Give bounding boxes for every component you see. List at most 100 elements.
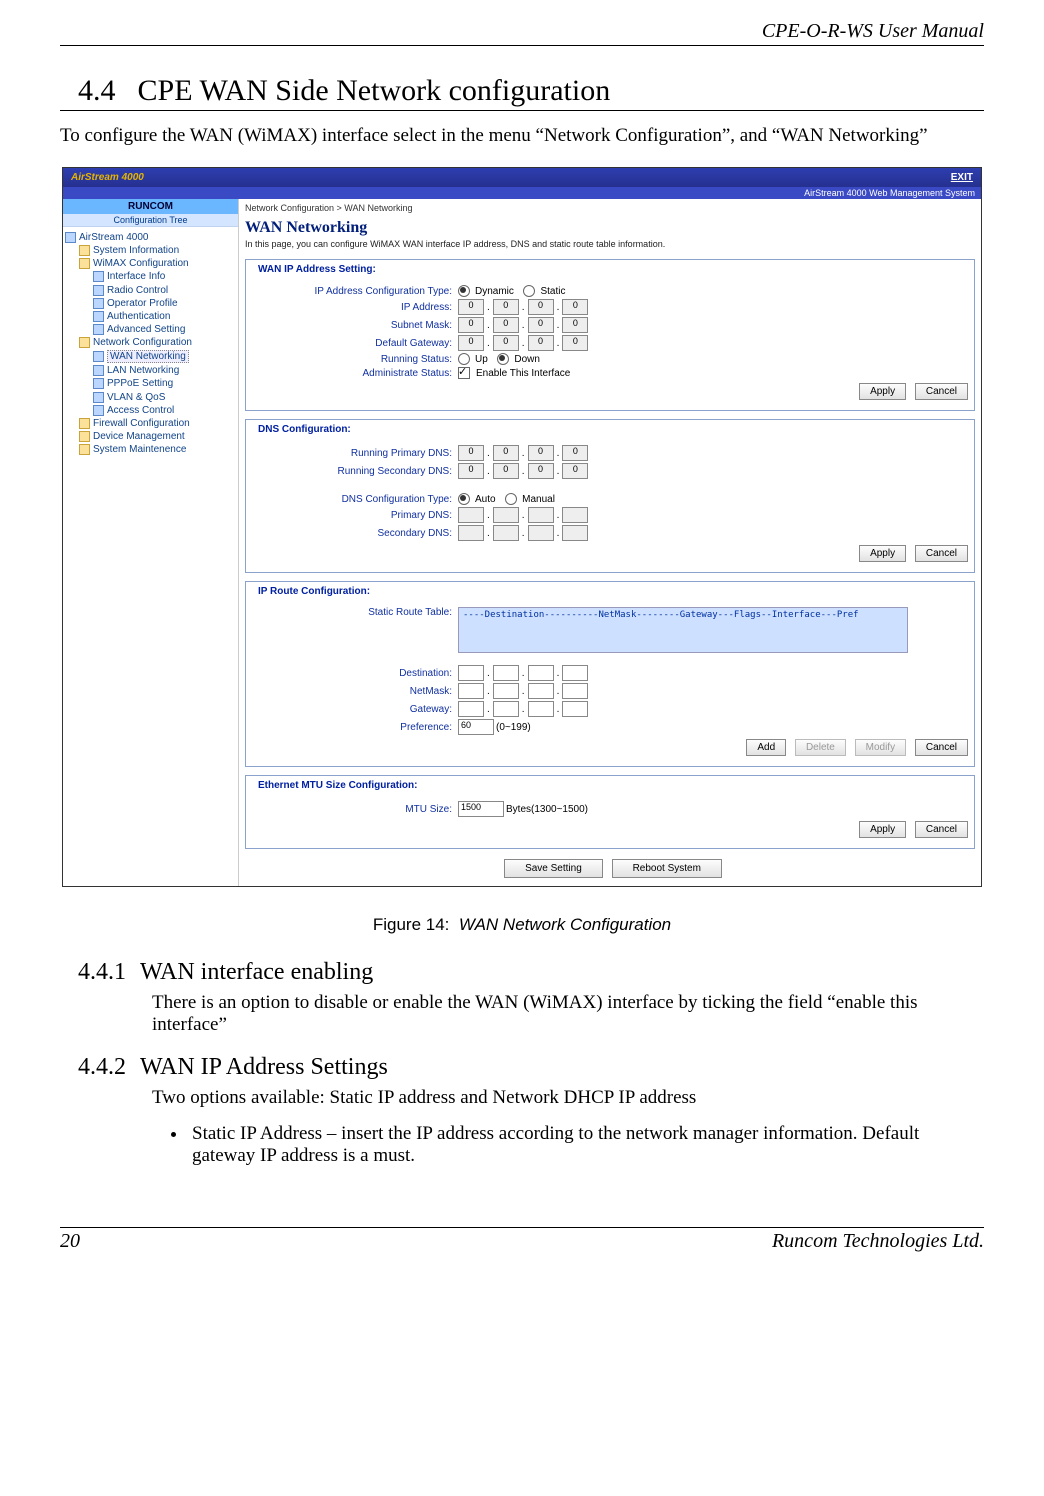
- running-secondary-dns-input[interactable]: 0.0.0.0: [458, 463, 588, 479]
- tree-wimax-config[interactable]: WiMAX Configuration: [65, 257, 236, 270]
- destination-input[interactable]: ...: [458, 665, 588, 681]
- subsection-body: There is an option to disable or enable …: [152, 992, 984, 1036]
- panel-dns: DNS Configuration: Running Primary DNS: …: [245, 419, 975, 573]
- netmask-input[interactable]: ...: [458, 683, 588, 699]
- panel-title: IP Route Configuration:: [254, 586, 374, 597]
- radio-static[interactable]: [523, 285, 535, 297]
- tree-vlan-qos[interactable]: VLAN & QoS: [65, 391, 236, 404]
- subsection-title: WAN IP Address Settings: [140, 1054, 388, 1080]
- static-route-table[interactable]: ----Destination----------NetMask--------…: [458, 607, 908, 653]
- tree-system-maint[interactable]: System Maintenence: [65, 443, 236, 456]
- label-admin-status: Administrate Status:: [252, 368, 458, 379]
- subsection-heading: 4.4.1 WAN interface enabling: [78, 959, 984, 986]
- bullet-item: Static IP Address – insert the IP addres…: [188, 1123, 984, 1167]
- checkbox-enable-interface[interactable]: [458, 367, 470, 379]
- tree-network-config[interactable]: Network Configuration: [65, 336, 236, 349]
- preference-input[interactable]: 60: [458, 719, 494, 735]
- radio-auto-label: Auto: [475, 494, 496, 505]
- tree-access-control[interactable]: Access Control: [65, 404, 236, 417]
- tree-interface-info[interactable]: Interface Info: [65, 270, 236, 283]
- label-preference: Preference:: [252, 722, 458, 733]
- subsection-heading: 4.4.2WAN IP Address Settings: [78, 1054, 984, 1081]
- default-gateway-input[interactable]: 0.0.0.0: [458, 335, 588, 351]
- tree-pppoe-setting[interactable]: PPPoE Setting: [65, 377, 236, 390]
- panel-title: Ethernet MTU Size Configuration:: [254, 780, 421, 791]
- footer-company: Runcom Technologies Ltd.: [772, 1230, 984, 1253]
- subsection-title: WAN interface enabling: [140, 959, 373, 985]
- apply-button[interactable]: Apply: [859, 383, 906, 400]
- running-primary-dns-input[interactable]: 0.0.0.0: [458, 445, 588, 461]
- radio-down[interactable]: [497, 353, 509, 365]
- label-gateway: Gateway:: [252, 704, 458, 715]
- mtu-input[interactable]: 1500: [458, 801, 504, 817]
- modify-button[interactable]: Modify: [855, 739, 906, 756]
- label-ip-address: IP Address:: [252, 302, 458, 313]
- main-content: Network Configuration > WAN Networking W…: [239, 199, 981, 886]
- panel-ip-route: IP Route Configuration: Static Route Tab…: [245, 581, 975, 767]
- radio-up-label: Up: [475, 354, 488, 365]
- label-primary-dns: Primary DNS:: [252, 510, 458, 521]
- primary-dns-input[interactable]: ...: [458, 507, 588, 523]
- label-running-secondary-dns: Running Secondary DNS:: [252, 466, 458, 477]
- label-secondary-dns: Secondary DNS:: [252, 528, 458, 539]
- tree-root[interactable]: AirStream 4000: [65, 231, 236, 244]
- subnet-mask-input[interactable]: 0.0.0.0: [458, 317, 588, 333]
- tree-lan-networking[interactable]: LAN Networking: [65, 364, 236, 377]
- intro-paragraph: To configure the WAN (WiMAX) interface s…: [60, 125, 984, 147]
- exit-link[interactable]: EXIT: [951, 172, 973, 183]
- cancel-button[interactable]: Cancel: [915, 383, 968, 400]
- tree-system-info[interactable]: System Information: [65, 244, 236, 257]
- breadcrumb: Network Configuration > WAN Networking: [245, 203, 975, 213]
- apply-button[interactable]: Apply: [859, 821, 906, 838]
- footer-page-number: 20: [60, 1230, 80, 1253]
- panel-title: DNS Configuration:: [254, 424, 355, 435]
- label-dns-type: DNS Configuration Type:: [252, 494, 458, 505]
- add-button[interactable]: Add: [746, 739, 786, 756]
- figure-label: Figure 14:: [373, 915, 450, 934]
- radio-static-label: Static: [540, 286, 565, 297]
- radio-dynamic[interactable]: [458, 285, 470, 297]
- delete-button[interactable]: Delete: [795, 739, 846, 756]
- label-mtu-size: MTU Size:: [252, 804, 458, 815]
- apply-button[interactable]: Apply: [859, 545, 906, 562]
- label-subnet-mask: Subnet Mask:: [252, 320, 458, 331]
- sidebar: RUNCOM Configuration Tree AirStream 4000…: [63, 199, 239, 886]
- radio-manual[interactable]: [505, 493, 517, 505]
- radio-auto[interactable]: [458, 493, 470, 505]
- cancel-button[interactable]: Cancel: [915, 739, 968, 756]
- section-heading: 4.4 CPE WAN Side Network configuration: [60, 74, 984, 111]
- label-netmask: NetMask:: [252, 686, 458, 697]
- tree-header: Configuration Tree: [63, 214, 238, 227]
- label-running-status: Running Status:: [252, 354, 458, 365]
- gateway-input[interactable]: ...: [458, 701, 588, 717]
- checkbox-enable-label: Enable This Interface: [476, 368, 570, 379]
- tree-wan-networking[interactable]: WAN Networking: [65, 349, 236, 364]
- subsection-number: 4.4.1: [78, 959, 126, 985]
- tree-device-mgmt[interactable]: Device Management: [65, 430, 236, 443]
- radio-dynamic-label: Dynamic: [475, 286, 514, 297]
- tree-operator-profile[interactable]: Operator Profile: [65, 297, 236, 310]
- tree-firewall[interactable]: Firewall Configuration: [65, 417, 236, 430]
- mtu-hint: Bytes(1300~1500): [506, 804, 588, 815]
- cancel-button[interactable]: Cancel: [915, 821, 968, 838]
- bullet-list: Static IP Address – insert the IP addres…: [188, 1123, 984, 1167]
- radio-manual-label: Manual: [522, 494, 555, 505]
- section-number: 4.4: [78, 74, 116, 107]
- label-ip-type: IP Address Configuration Type:: [252, 286, 458, 297]
- label-static-route-table: Static Route Table:: [252, 607, 458, 618]
- ip-address-input[interactable]: 0.0.0.0: [458, 299, 588, 315]
- embedded-screenshot: AirStream 4000 EXIT AirStream 4000 Web M…: [62, 167, 982, 887]
- cancel-button[interactable]: Cancel: [915, 545, 968, 562]
- brand-bar: AirStream 4000 EXIT: [63, 168, 981, 187]
- panel-title: WAN IP Address Setting:: [254, 264, 380, 275]
- label-default-gateway: Default Gateway:: [252, 338, 458, 349]
- tree-authentication[interactable]: Authentication: [65, 310, 236, 323]
- section-title: CPE WAN Side Network configuration: [138, 74, 611, 107]
- secondary-dns-input[interactable]: ...: [458, 525, 588, 541]
- reboot-system-button[interactable]: Reboot System: [612, 859, 722, 878]
- tree-radio-control[interactable]: Radio Control: [65, 284, 236, 297]
- tree-advanced-setting[interactable]: Advanced Setting: [65, 323, 236, 336]
- page-footer: 20 Runcom Technologies Ltd.: [60, 1227, 984, 1253]
- save-setting-button[interactable]: Save Setting: [504, 859, 603, 878]
- radio-up[interactable]: [458, 353, 470, 365]
